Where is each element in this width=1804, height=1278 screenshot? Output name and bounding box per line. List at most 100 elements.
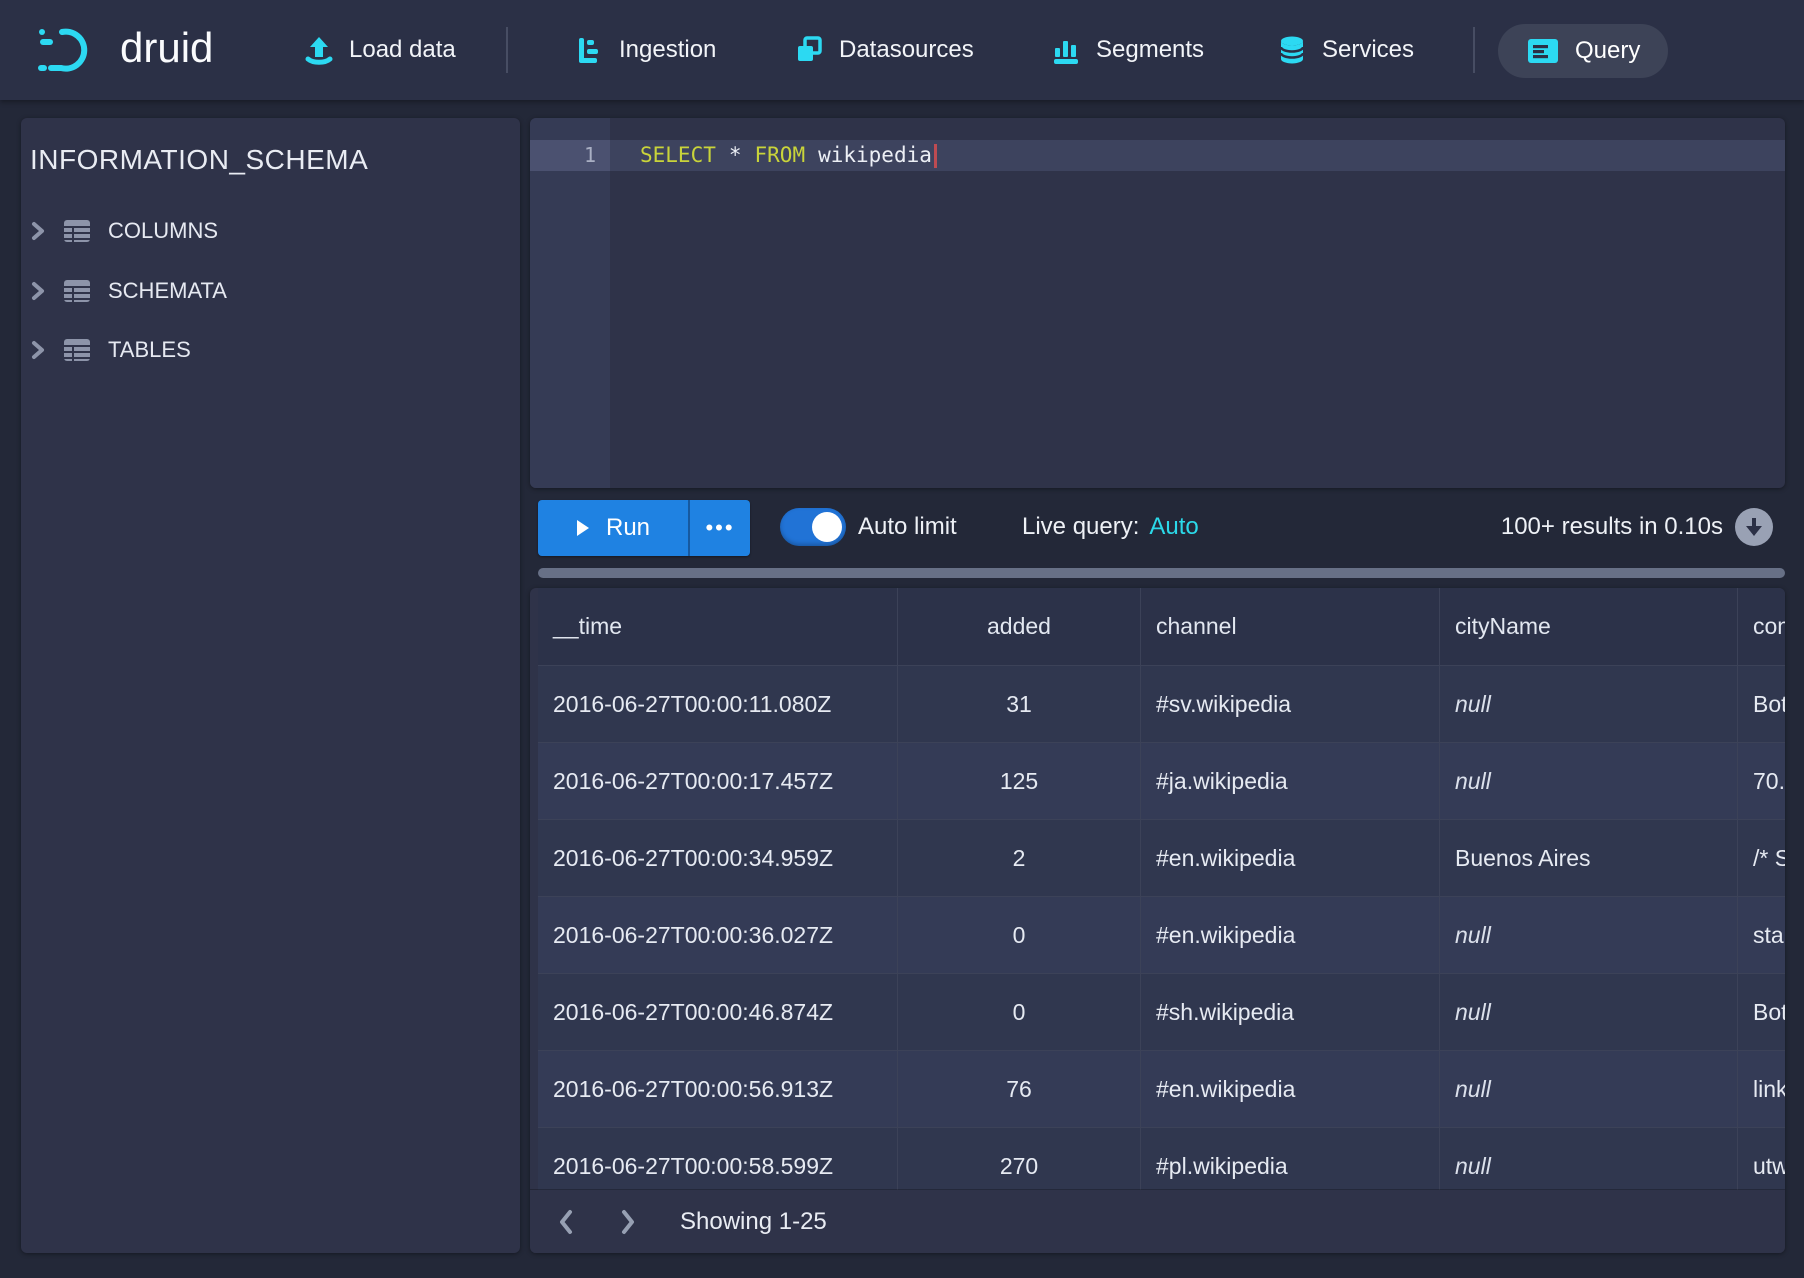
sidebar-item-schemata[interactable]: SCHEMATA xyxy=(30,268,470,314)
toggle-knob xyxy=(812,512,842,542)
results-grid: __time added channel cityName comment 20… xyxy=(538,588,1785,1190)
schema-title: INFORMATION_SCHEMA xyxy=(30,144,368,176)
sql-keyword: SELECT xyxy=(640,140,716,171)
download-button[interactable] xyxy=(1735,508,1773,546)
auto-limit-label: Auto limit xyxy=(858,494,957,560)
cell-added[interactable]: 0 xyxy=(898,897,1141,974)
table-icon xyxy=(63,219,91,243)
previous-page-button[interactable] xyxy=(548,1204,584,1240)
sidebar-item-label: SCHEMATA xyxy=(108,278,227,304)
table-row: 2016-06-27T00:00:17.457Z 125 #ja.wikiped… xyxy=(538,743,1785,820)
nav-item-ingestion[interactable]: Ingestion xyxy=(574,0,716,100)
cell-channel[interactable]: #sv.wikipedia xyxy=(1141,666,1440,743)
cell-comment[interactable]: link xyxy=(1738,1051,1785,1128)
nav-item-label: Segments xyxy=(1096,36,1204,64)
cell-time[interactable]: 2016-06-27T00:00:56.913Z xyxy=(538,1051,898,1128)
cell-cityname[interactable]: null xyxy=(1440,666,1738,743)
cell-cityname[interactable]: Buenos Aires xyxy=(1440,820,1738,897)
cell-added[interactable]: 31 xyxy=(898,666,1141,743)
cell-comment[interactable]: Bot xyxy=(1738,974,1785,1051)
cell-added[interactable]: 76 xyxy=(898,1051,1141,1128)
auto-limit-toggle[interactable] xyxy=(780,508,846,546)
nav-item-query[interactable]: Query xyxy=(1498,24,1668,78)
cell-time[interactable]: 2016-06-27T00:00:17.457Z xyxy=(538,743,898,820)
ingestion-icon xyxy=(574,35,604,65)
nav-item-label: Services xyxy=(1322,36,1414,64)
column-header-cityname[interactable]: cityName xyxy=(1440,588,1738,666)
table-row: 2016-06-27T00:00:36.027Z 0 #en.wikipedia… xyxy=(538,897,1785,974)
sidebar-item-columns[interactable]: COLUMNS xyxy=(30,208,470,254)
cell-added[interactable]: 0 xyxy=(898,974,1141,1051)
druid-wordmark: druid xyxy=(120,24,213,72)
table-row: 2016-06-27T00:00:56.913Z 76 #en.wikipedi… xyxy=(538,1051,1785,1128)
nav-item-datasources[interactable]: Datasources xyxy=(794,0,974,100)
column-header-channel[interactable]: channel xyxy=(1141,588,1440,666)
cell-cityname[interactable]: null xyxy=(1440,743,1738,820)
line-number: 1 xyxy=(530,140,596,171)
navbar-divider xyxy=(1473,27,1475,73)
cell-channel[interactable]: #sh.wikipedia xyxy=(1141,974,1440,1051)
nav-item-services[interactable]: Services xyxy=(1277,0,1414,100)
table-row: 2016-06-27T00:00:11.080Z 31 #sv.wikipedi… xyxy=(538,666,1785,743)
table-row: 2016-06-27T00:00:46.874Z 0 #sh.wikipedia… xyxy=(538,974,1785,1051)
column-header-comment[interactable]: comment xyxy=(1738,588,1785,666)
cell-comment[interactable]: Bot xyxy=(1738,666,1785,743)
cell-cityname[interactable]: null xyxy=(1440,974,1738,1051)
play-icon xyxy=(576,519,590,537)
results-summary: 100+ results in 0.10s xyxy=(1501,494,1723,560)
next-page-button[interactable] xyxy=(610,1204,646,1240)
cell-cityname[interactable]: null xyxy=(1440,1128,1738,1190)
cell-channel[interactable]: #en.wikipedia xyxy=(1141,820,1440,897)
nav-item-load-data[interactable]: Load data xyxy=(304,0,456,100)
table-icon xyxy=(63,338,91,362)
chevron-right-icon xyxy=(30,279,46,303)
nav-item-label: Load data xyxy=(349,36,456,64)
table-row: 2016-06-27T00:00:58.599Z 270 #pl.wikiped… xyxy=(538,1128,1785,1190)
table-header-row: __time added channel cityName comment xyxy=(538,588,1785,666)
pagination-footer: Showing 1-25 xyxy=(530,1190,1785,1253)
datasources-icon xyxy=(794,35,824,65)
cell-channel[interactable]: #pl.wikipedia xyxy=(1141,1128,1440,1190)
cell-time[interactable]: 2016-06-27T00:00:46.874Z xyxy=(538,974,898,1051)
cell-comment[interactable]: /* S xyxy=(1738,820,1785,897)
download-icon xyxy=(1744,516,1764,538)
run-more-options-button[interactable]: ••• xyxy=(688,500,750,556)
cell-time[interactable]: 2016-06-27T00:00:58.599Z xyxy=(538,1128,898,1190)
ellipsis-icon: ••• xyxy=(705,515,734,541)
text-cursor xyxy=(934,144,937,168)
sidebar-item-label: COLUMNS xyxy=(108,218,218,244)
cell-comment[interactable]: sta xyxy=(1738,897,1785,974)
cell-channel[interactable]: #en.wikipedia xyxy=(1141,1051,1440,1128)
services-icon xyxy=(1277,35,1307,65)
run-button-group: Run ••• xyxy=(538,500,750,556)
live-query-auto-link[interactable]: Auto xyxy=(1149,513,1198,541)
cell-added[interactable]: 125 xyxy=(898,743,1141,820)
cell-comment[interactable]: utw xyxy=(1738,1128,1785,1190)
nav-item-segments[interactable]: Segments xyxy=(1051,0,1204,100)
chevron-right-icon xyxy=(30,219,46,243)
cell-cityname[interactable]: null xyxy=(1440,1051,1738,1128)
sql-editor[interactable]: 1 SELECT*FROMwikipedia xyxy=(530,118,1785,488)
sidebar-item-tables[interactable]: TABLES xyxy=(30,327,470,373)
cell-channel[interactable]: #en.wikipedia xyxy=(1141,897,1440,974)
sql-text: SELECT*FROMwikipedia xyxy=(640,140,937,171)
cell-comment[interactable]: 70. xyxy=(1738,743,1785,820)
cell-cityname[interactable]: null xyxy=(1440,897,1738,974)
run-button[interactable]: Run xyxy=(538,500,688,556)
cell-time[interactable]: 2016-06-27T00:00:11.080Z xyxy=(538,666,898,743)
chevron-left-icon xyxy=(557,1208,575,1236)
navbar-divider xyxy=(506,27,508,73)
live-query-label: Live query: Auto xyxy=(1022,494,1199,560)
druid-logo-icon xyxy=(38,27,104,73)
cell-time[interactable]: 2016-06-27T00:00:36.027Z xyxy=(538,897,898,974)
cell-added[interactable]: 2 xyxy=(898,820,1141,897)
nav-item-label: Datasources xyxy=(839,36,974,64)
column-header-added[interactable]: added xyxy=(898,588,1141,666)
column-header-time[interactable]: __time xyxy=(538,588,898,666)
cell-channel[interactable]: #ja.wikipedia xyxy=(1141,743,1440,820)
horizontal-scrollbar-thumb[interactable] xyxy=(538,568,1785,578)
cell-added[interactable]: 270 xyxy=(898,1128,1141,1190)
load-data-icon xyxy=(304,35,334,65)
run-bar: Run ••• Auto limit Live query: Auto 100+… xyxy=(530,494,1785,560)
cell-time[interactable]: 2016-06-27T00:00:34.959Z xyxy=(538,820,898,897)
